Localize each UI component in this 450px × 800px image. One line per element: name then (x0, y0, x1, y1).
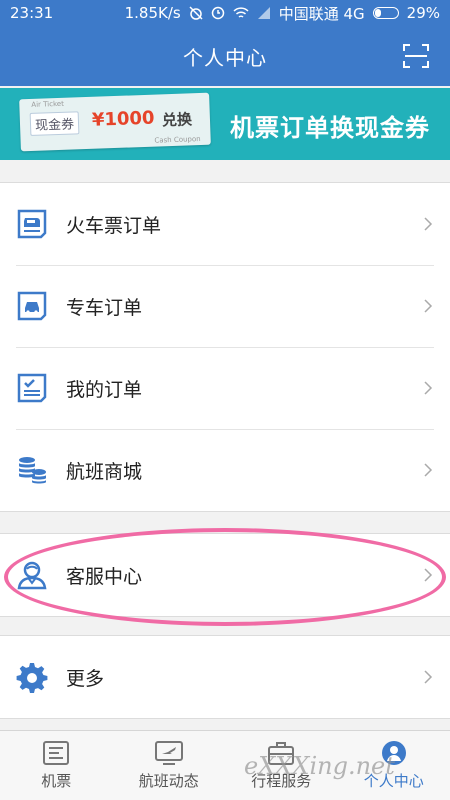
menu-item-flight-mall[interactable]: 航班商城 (0, 429, 450, 511)
promo-banner[interactable]: Air Ticket 现金券 ¥1000 兑换 Cash Coupon 机票订单… (0, 88, 450, 160)
chevron-right-icon (424, 381, 433, 395)
menu-item-label: 更多 (66, 667, 105, 690)
status-bar: 23:31 1.85K/s 中国联通 4G 29% (0, 0, 450, 26)
coupon-exchange: 兑换 (161, 110, 193, 130)
menu-item-more[interactable]: 更多 (0, 636, 450, 718)
chevron-right-icon (424, 299, 433, 313)
order-list-icon (17, 373, 47, 403)
watermark-text: eXXXing.net (244, 752, 395, 780)
clock-icon (211, 6, 224, 20)
gear-icon (16, 663, 48, 693)
menu-item-train-orders[interactable]: 火车票订单 (0, 183, 450, 265)
battery-percent: 29% (406, 4, 440, 22)
menu-item-label: 我的订单 (66, 378, 143, 401)
coupon-amount: ¥1000 (91, 107, 155, 131)
menu-item-label: 客服中心 (66, 565, 143, 588)
tab-tickets[interactable]: 机票 (0, 731, 113, 800)
chevron-right-icon (424, 217, 433, 231)
chevron-right-icon (424, 670, 433, 684)
carrier-label: 中国联通 4G (278, 4, 365, 23)
coupon-ticket: Air Ticket 现金券 ¥1000 兑换 Cash Coupon (19, 92, 211, 152)
car-icon (17, 291, 47, 321)
banner-headline: 机票订单换现金券 (230, 114, 430, 142)
scan-icon[interactable] (402, 42, 430, 70)
menu-item-my-orders[interactable]: 我的订单 (0, 347, 450, 429)
menu-item-label: 航班商城 (66, 460, 143, 483)
battery-fill (374, 9, 381, 17)
service-group: 客服中心 (0, 533, 450, 617)
ticket-footer-text: Cash Coupon (154, 135, 201, 145)
alarm-icon (189, 6, 203, 20)
train-ticket-icon (17, 209, 47, 239)
chevron-right-icon (424, 463, 433, 477)
chevron-right-icon (424, 568, 433, 582)
flight-board-icon (154, 741, 183, 765)
network-speed: 1.85K/s (124, 4, 181, 22)
status-time: 23:31 (10, 4, 54, 22)
page-title: 个人中心 (183, 45, 267, 70)
battery-icon (372, 7, 399, 19)
header: 个人中心 (0, 26, 450, 86)
customer-service-icon (17, 561, 47, 590)
tab-label: 机票 (41, 772, 72, 790)
menu-item-customer-service[interactable]: 客服中心 (0, 534, 450, 616)
menu-item-label: 专车订单 (66, 296, 143, 319)
ticket-small-text: Air Ticket (31, 99, 65, 109)
signal-icon (257, 7, 270, 19)
menu-item-car-orders[interactable]: 专车订单 (0, 265, 450, 347)
tab-label: 航班动态 (138, 772, 199, 790)
tab-flight-status[interactable]: 航班动态 (113, 731, 226, 800)
coins-icon (19, 457, 46, 484)
menu-item-label: 火车票订单 (66, 214, 162, 237)
wifi-icon (233, 7, 249, 18)
more-group: 更多 (0, 635, 450, 719)
orders-group: 火车票订单 专车订单 我的订单 航班商城 (0, 182, 450, 512)
coupon-tag: 现金券 (29, 111, 80, 136)
ticket-icon (43, 741, 70, 765)
